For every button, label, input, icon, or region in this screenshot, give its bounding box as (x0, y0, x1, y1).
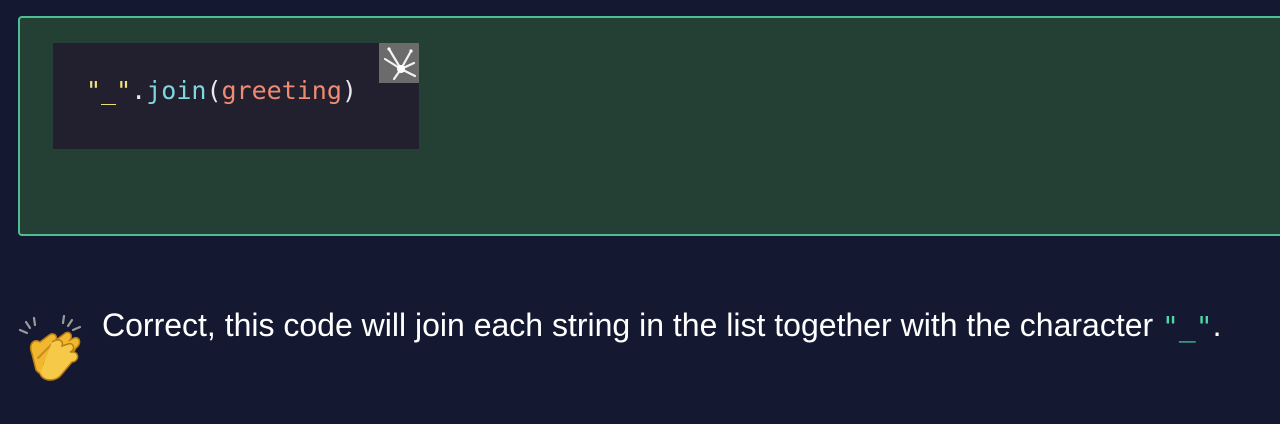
code-block: "_".join(greeting) (53, 43, 419, 149)
clapping-hands-icon (18, 314, 82, 381)
code-argument-token: greeting (221, 76, 342, 105)
code-string-token: "_" (86, 76, 132, 105)
copy-code-button[interactable] (379, 43, 419, 83)
code-close-paren-token: ) (341, 76, 357, 105)
code-line: "_".join(greeting) (86, 75, 357, 107)
feedback-text: Correct, this code will join each string… (102, 300, 1280, 352)
code-dot-token: . (131, 76, 147, 105)
code-open-paren-token: ( (206, 76, 222, 105)
feedback-trailing-punctuation: . (1212, 307, 1222, 343)
code-method-token: join (146, 76, 207, 105)
feedback-sentence: Correct, this code will join each string… (102, 307, 1163, 343)
sparkle-copy-icon (379, 43, 419, 83)
feedback-inline-code: "_" (1162, 310, 1213, 343)
answer-panel: "_".join(greeting) (18, 16, 1280, 236)
